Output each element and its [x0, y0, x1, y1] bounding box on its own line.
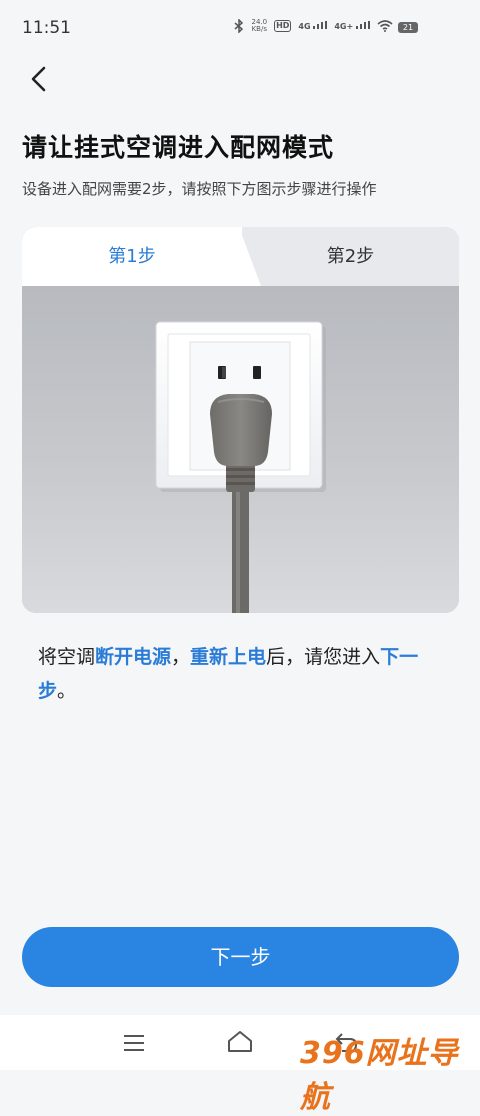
instruction-part-1: 将空调	[38, 646, 96, 668]
step-card: 第1步 第2步	[22, 227, 459, 613]
home-icon[interactable]	[226, 1029, 254, 1055]
signal-icon	[356, 21, 370, 29]
sim2-signal: 4G+	[334, 21, 370, 31]
status-icons: 24.0 KB/s HD 4G 4G+	[234, 19, 422, 33]
socket-illustration	[22, 286, 459, 613]
menu-icon[interactable]	[122, 1033, 146, 1053]
wifi-icon	[377, 20, 393, 32]
highlight-power-off: 断开电源	[95, 646, 172, 668]
sim1-label: 4G	[298, 22, 311, 31]
sim2-label: 4G+	[334, 22, 354, 31]
highlight-power-on: 重新上电	[190, 646, 267, 668]
chevron-left-icon	[31, 66, 46, 92]
page-subtitle: 设备进入配网需要2步，请按照下方图示步骤进行操作	[22, 180, 377, 198]
battery-icon: 21	[398, 22, 418, 33]
bluetooth-icon	[234, 19, 244, 33]
wall-socket-plug-image	[155, 321, 326, 613]
net-speed: 24.0 KB/s	[251, 19, 267, 33]
signal-icon	[313, 21, 328, 29]
tab-step-2[interactable]: 第2步	[242, 227, 459, 286]
watermark-logo: 396网址导航	[300, 1036, 459, 1115]
back-button[interactable]	[22, 62, 58, 98]
instruction-text: 将空调断开电源，重新上电后，请您进入下一步。	[38, 640, 443, 708]
hd-badge: HD	[274, 20, 292, 32]
instruction-part-4: 。	[57, 680, 77, 702]
step-tabs: 第1步 第2步	[22, 227, 459, 286]
instruction-part-3: 后，请您进入	[266, 646, 381, 668]
page-title: 请让挂式空调进入配网模式	[22, 133, 335, 162]
instruction-part-2: ，	[171, 646, 191, 668]
tab-step-1[interactable]: 第1步	[22, 227, 242, 286]
sim1-signal: 4G	[298, 21, 328, 31]
status-time: 11:51	[22, 18, 71, 38]
net-speed-unit: KB/s	[251, 25, 267, 33]
next-step-button[interactable]: 下一步	[22, 927, 459, 987]
status-bar: 11:51 24.0 KB/s HD 4G 4G+ 21	[0, 0, 480, 56]
